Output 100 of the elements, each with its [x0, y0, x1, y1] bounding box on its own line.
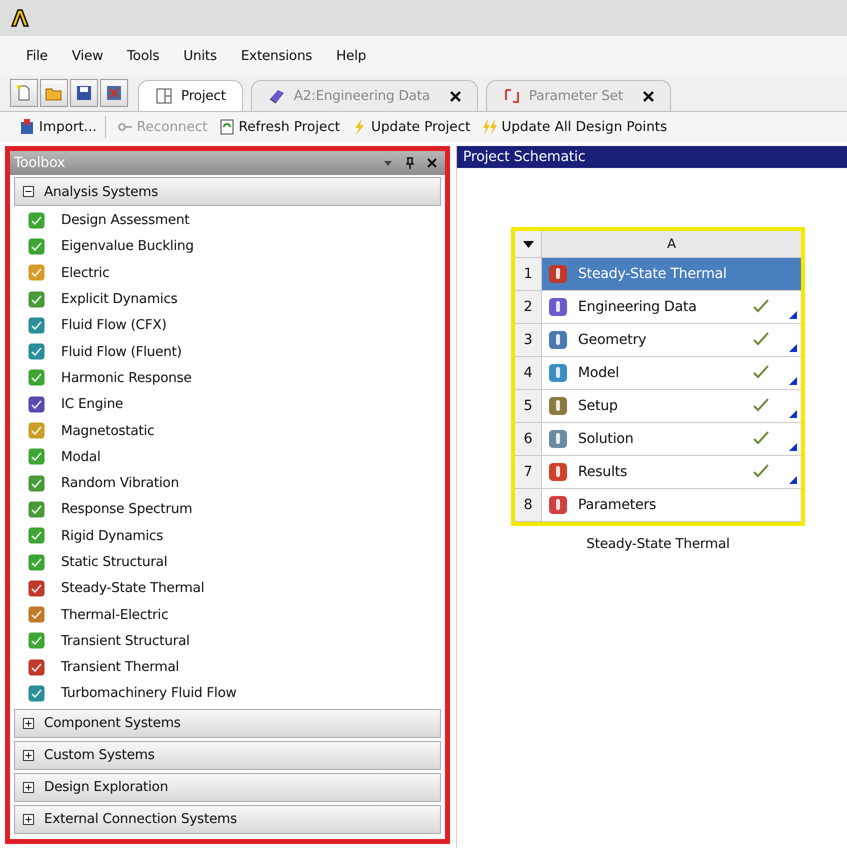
component-icon: [548, 462, 568, 482]
system-icon: [28, 658, 45, 676]
connector-icon[interactable]: [789, 476, 797, 484]
toolbox-item[interactable]: Rigid Dynamics: [10, 522, 445, 549]
menu-item[interactable]: File: [14, 48, 60, 64]
system-cell[interactable]: Parameters: [542, 489, 801, 521]
category-header[interactable]: External Connection Systems: [14, 804, 441, 834]
archive-icon: [105, 84, 123, 102]
connector-icon[interactable]: [789, 410, 797, 418]
save-button[interactable]: [70, 79, 98, 107]
row-number: 4: [515, 357, 542, 389]
connector-icon[interactable]: [789, 443, 797, 451]
toolbox-item[interactable]: Magnetostatic: [10, 417, 445, 444]
panel-title: Project Schematic: [457, 146, 847, 168]
tab-icon: [502, 87, 521, 105]
toolbox-item[interactable]: Eigenvalue Buckling: [10, 233, 445, 260]
system-cell[interactable]: Results: [542, 456, 801, 488]
row-number: 8: [515, 489, 542, 521]
toolbar-button[interactable]: Import...: [14, 116, 106, 138]
category-header[interactable]: Design Exploration: [14, 772, 441, 802]
dropdown-icon[interactable]: [522, 240, 534, 248]
row-number: 7: [515, 456, 542, 488]
component-icon: [548, 330, 568, 350]
toolbox-item[interactable]: Modal: [10, 444, 445, 470]
toolbar-button[interactable]: Refresh Project: [214, 116, 344, 138]
expand-icon[interactable]: [23, 782, 34, 793]
system-icon: [28, 474, 45, 492]
system-icon: [28, 369, 45, 386]
close-icon[interactable]: [427, 158, 437, 168]
category-header[interactable]: Custom Systems: [14, 740, 441, 770]
toolbox-item[interactable]: IC Engine: [10, 391, 445, 418]
toolbox-item[interactable]: Harmonic Response: [10, 364, 445, 392]
toolbar-icon: [480, 118, 498, 136]
expand-icon[interactable]: [23, 814, 34, 825]
toolbox-item[interactable]: Design Assessment: [10, 207, 445, 234]
archive-button[interactable]: [100, 79, 128, 107]
row-number: 5: [515, 390, 542, 422]
toolbar-icon: [18, 118, 36, 136]
system-icon: [28, 343, 45, 360]
category-header[interactable]: Analysis Systems: [14, 177, 441, 206]
component-icon: [548, 264, 568, 284]
tab[interactable]: Project: [138, 80, 243, 111]
toolbox-item[interactable]: Transient Thermal: [10, 654, 445, 680]
toolbox-item[interactable]: Fluid Flow (Fluent): [10, 338, 445, 365]
connector-icon[interactable]: [789, 344, 797, 352]
menu-item[interactable]: Extensions: [228, 48, 324, 64]
category-header[interactable]: Component Systems: [14, 708, 441, 738]
row-number: 2: [515, 291, 542, 323]
toolbox-item[interactable]: Response Spectrum: [10, 496, 445, 523]
toolbar-button[interactable]: Update Project: [346, 116, 474, 138]
component-icon: [548, 495, 568, 515]
open-folder-button[interactable]: [40, 79, 68, 107]
expand-icon[interactable]: [23, 718, 34, 729]
toolbox-item[interactable]: Electric: [10, 260, 445, 286]
toolbox-item[interactable]: Fluid Flow (CFX): [10, 312, 445, 338]
toolbox-item[interactable]: Thermal-Electric: [10, 601, 445, 628]
tab-icon: [155, 87, 173, 105]
component-icon: [548, 363, 568, 383]
close-icon[interactable]: [643, 90, 654, 102]
column-header: A: [666, 236, 677, 252]
menu-item[interactable]: Help: [324, 48, 378, 64]
system-cell[interactable]: Solution: [542, 423, 801, 455]
system-cell[interactable]: Steady-State Thermal: [542, 258, 801, 290]
system-icon: [28, 527, 45, 544]
menu-item[interactable]: View: [60, 48, 116, 64]
logo-icon: [10, 8, 30, 28]
menu-item[interactable]: Units: [171, 48, 229, 64]
toolbar-button[interactable]: Update All Design Points: [476, 116, 672, 138]
system-icon: [28, 684, 45, 702]
toolbox-item[interactable]: Explicit Dynamics: [10, 286, 445, 312]
close-icon[interactable]: [450, 90, 461, 102]
toolbox-item[interactable]: Turbomachinery Fluid Flow: [10, 680, 445, 707]
new-file-button[interactable]: [10, 79, 38, 107]
connector-icon[interactable]: [789, 311, 797, 319]
system-cell[interactable]: Model: [542, 357, 801, 389]
system-icon: [28, 500, 45, 518]
menu-item[interactable]: Tools: [115, 48, 172, 64]
toolbar-icon: [218, 118, 236, 136]
panel-title: Toolbox: [14, 155, 66, 171]
toolbox-item[interactable]: Static Structural: [10, 548, 445, 576]
toolbox-item[interactable]: Steady-State Thermal: [10, 575, 445, 602]
system-icon: [28, 554, 45, 570]
system-icon: [28, 396, 45, 413]
expand-icon[interactable]: [23, 750, 34, 761]
system-icon: [28, 290, 45, 308]
system-icon: [28, 448, 45, 466]
system-icon: [28, 606, 45, 624]
system-icon: [28, 316, 45, 334]
system-cell[interactable]: Engineering Data: [542, 291, 801, 323]
pin-icon[interactable]: [405, 157, 415, 169]
system-icon: [28, 238, 45, 255]
expand-icon[interactable]: [23, 186, 34, 197]
connector-icon[interactable]: [789, 377, 797, 385]
system-cell[interactable]: Geometry: [542, 324, 801, 356]
toolbox-item[interactable]: Transient Structural: [10, 628, 445, 654]
component-icon: [548, 429, 568, 449]
system-cell[interactable]: Setup: [542, 390, 801, 422]
toolbox-item[interactable]: Random Vibration: [10, 470, 445, 496]
system-block[interactable]: A 1 Steady-State Thermal 2 Engineering Data 3 Geometry 4 Model 5 Setup 6 Solution 7 Results 8 Parameters: [511, 227, 805, 526]
row-number: 1: [515, 258, 542, 290]
